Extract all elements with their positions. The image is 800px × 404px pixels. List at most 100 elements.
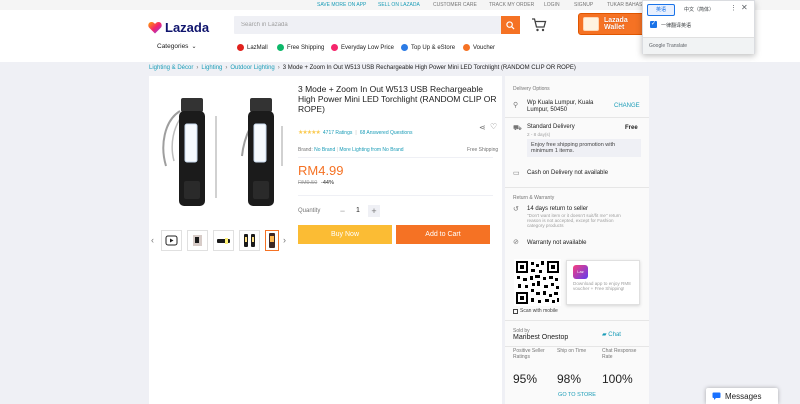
link-sell-on-lazada[interactable]: SELL ON LAZADA bbox=[378, 2, 420, 8]
logo-text: Lazada bbox=[165, 20, 210, 35]
video-play-icon bbox=[165, 235, 178, 246]
categories-label: Categories bbox=[157, 43, 189, 50]
nav-voucher-label: Voucher bbox=[473, 44, 496, 51]
change-location-link[interactable]: CHANGE bbox=[614, 103, 640, 109]
metric-positive-ratings-value: 95% bbox=[513, 372, 538, 386]
thumbnail-3[interactable] bbox=[239, 230, 260, 251]
seller-name[interactable]: Maribest Onestop bbox=[513, 334, 568, 341]
divider bbox=[298, 157, 493, 158]
always-translate-checkbox[interactable]: ✓ bbox=[650, 21, 657, 28]
return-policy: 14 days return to seller bbox=[527, 206, 589, 212]
nav-free-shipping-label: Free Shipping bbox=[287, 44, 325, 51]
brand-label: Brand: bbox=[298, 147, 313, 153]
metric-chat-response-label: Chat Response Rate bbox=[602, 348, 637, 360]
categories-dropdown[interactable]: Categories ⌄ bbox=[157, 43, 196, 50]
translate-tab-chinese[interactable]: 中文（简体） bbox=[679, 4, 719, 16]
lazada-app-icon: Laz bbox=[573, 265, 588, 279]
thumbnail-2[interactable] bbox=[213, 230, 234, 251]
quantity-value[interactable]: 1 bbox=[352, 205, 364, 217]
rating-row: ★★★★★ 4717 Ratings | 68 Answered Questio… bbox=[298, 129, 413, 137]
link-login[interactable]: LOGIN bbox=[544, 2, 560, 8]
nav-top-up-estore[interactable]: Top Up & eStore bbox=[401, 44, 455, 51]
low-price-icon bbox=[331, 44, 338, 51]
app-download-text: Download app to enjoy RM8 voucher + Free… bbox=[573, 281, 631, 291]
breadcrumb: Lighting & Décor › Lighting › Outdoor Lighti… bbox=[149, 65, 576, 71]
nav-free-shipping[interactable]: Free Shipping bbox=[277, 44, 324, 51]
cash-icon: ▭ bbox=[513, 170, 520, 177]
nav-everyday-low-price[interactable]: Everyday Low Price bbox=[331, 44, 394, 51]
standard-delivery-label: Standard Delivery bbox=[527, 124, 575, 130]
translate-popup: 英语 中文（简体） ⋮ ✕ ✓ 一律翻译英语 Google Translate bbox=[642, 0, 755, 54]
messages-label: Messages bbox=[725, 391, 762, 401]
return-warranty-title: Return & Warranty bbox=[513, 195, 555, 201]
chat-button[interactable]: ▰ Chat bbox=[602, 331, 621, 338]
quantity-increase-button[interactable]: + bbox=[368, 205, 380, 217]
thumb-next-arrow-icon[interactable]: › bbox=[283, 235, 286, 245]
google-translate-brand: Google Translate bbox=[649, 43, 688, 49]
delivery-sidebar: Delivery Options ⚲ Wp Kuala Lumpur, Kual… bbox=[505, 76, 649, 404]
breadcrumb-lighting-decor[interactable]: Lighting & Décor bbox=[149, 65, 193, 71]
go-to-store-link[interactable]: GO TO STORE bbox=[505, 392, 649, 398]
current-price: RM4.99 bbox=[298, 163, 344, 178]
translate-tab-english[interactable]: 英语 bbox=[647, 4, 675, 16]
lazmall-icon bbox=[237, 44, 244, 51]
breadcrumb-separator: › bbox=[196, 65, 199, 71]
star-rating-icon: ★★★★★ bbox=[298, 130, 321, 136]
link-save-more-app[interactable]: SAVE MORE ON APP bbox=[317, 2, 366, 8]
link-change-language[interactable]: TUKAR BAHASA bbox=[607, 2, 646, 8]
quantity-label: Quantity bbox=[298, 208, 321, 214]
thumbnail-1[interactable] bbox=[187, 230, 208, 251]
link-track-order[interactable]: TRACK MY ORDER bbox=[489, 2, 534, 8]
standard-delivery-days: 2 - 8 day(s) bbox=[527, 132, 551, 137]
ratings-count-link[interactable]: 4717 Ratings bbox=[323, 130, 352, 136]
lazada-heart-icon bbox=[148, 22, 162, 34]
promo-line2: minimum 1 items. bbox=[531, 148, 575, 154]
thumbnail-image bbox=[244, 234, 255, 247]
original-price: RM9.50 bbox=[298, 180, 318, 186]
product-image[interactable] bbox=[154, 86, 289, 220]
link-signup[interactable]: SIGNUP bbox=[574, 2, 593, 8]
close-icon[interactable]: ✕ bbox=[741, 3, 748, 12]
share-icon[interactable]: ⋖ bbox=[479, 123, 486, 132]
link-customer-care[interactable]: CUSTOMER CARE bbox=[433, 2, 477, 8]
search-box bbox=[234, 16, 501, 34]
app-download-card[interactable]: Laz Download app to enjoy RM8 voucher + … bbox=[566, 260, 640, 305]
nav-voucher[interactable]: Voucher bbox=[463, 44, 495, 51]
phone-icon bbox=[513, 308, 518, 314]
breadcrumb-outdoor-lighting[interactable]: Outdoor Lighting bbox=[230, 65, 274, 71]
always-translate-label: 一律翻译英语 bbox=[661, 23, 692, 29]
breadcrumb-lighting[interactable]: Lighting bbox=[201, 65, 222, 71]
delivery-truck-icon: ⛟ bbox=[513, 125, 522, 132]
thumbnail-video[interactable] bbox=[161, 230, 182, 251]
divider bbox=[298, 195, 493, 196]
metric-ship-on-time-label: Ship on Time bbox=[557, 348, 587, 354]
search-button[interactable] bbox=[501, 16, 520, 34]
search-input[interactable] bbox=[234, 16, 501, 34]
brand-row: Brand: No Brand | More Lighting from No … bbox=[298, 147, 404, 153]
divider bbox=[505, 320, 649, 321]
return-note-line3: category products bbox=[527, 223, 564, 228]
quantity-decrease-button[interactable]: − bbox=[337, 205, 348, 217]
brand-link[interactable]: No Brand bbox=[314, 147, 335, 153]
search-icon bbox=[506, 20, 515, 30]
qr-code bbox=[514, 259, 561, 306]
answered-questions-link[interactable]: 68 Answered Questions bbox=[360, 130, 413, 136]
nav-lazmall[interactable]: LazMall bbox=[237, 44, 268, 51]
thumbnail-image bbox=[193, 235, 202, 246]
standard-delivery-price: Free bbox=[625, 125, 638, 131]
add-to-cart-button[interactable]: Add to Cart bbox=[396, 225, 490, 244]
thumb-prev-arrow-icon[interactable]: ‹ bbox=[151, 235, 154, 245]
messages-widget[interactable]: Messages bbox=[706, 388, 778, 404]
buy-now-button[interactable]: Buy Now bbox=[298, 225, 392, 244]
free-shipping-tag: Free Shipping bbox=[467, 147, 499, 153]
product-main-card: ‹ › 3 Mode + Zoom In Out W513 USB Rechar… bbox=[149, 76, 502, 404]
more-options-icon[interactable]: ⋮ bbox=[730, 4, 737, 12]
cart-icon[interactable] bbox=[531, 17, 547, 33]
lazada-wallet-banner[interactable]: Lazada Wallet bbox=[578, 13, 645, 35]
more-from-brand-link[interactable]: More Lighting from No Brand bbox=[339, 147, 403, 153]
heart-icon[interactable]: ♡ bbox=[490, 122, 497, 131]
lazada-logo[interactable]: Lazada bbox=[148, 20, 209, 35]
wallet-line2: Wallet bbox=[604, 24, 625, 31]
scan-with-mobile: Scan with mobile bbox=[513, 308, 558, 314]
thumbnail-4[interactable] bbox=[265, 230, 279, 251]
